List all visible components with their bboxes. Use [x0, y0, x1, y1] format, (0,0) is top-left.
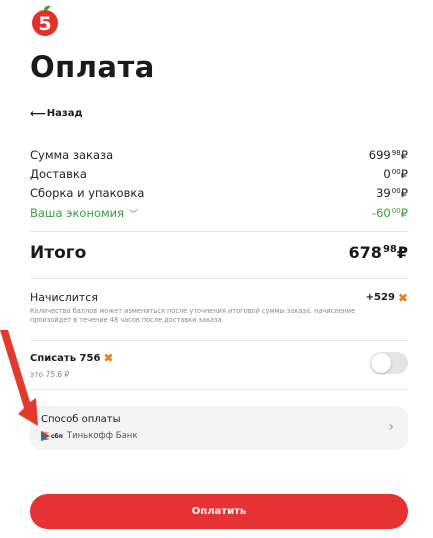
- divider: [30, 389, 408, 390]
- summary-value: 000₽: [383, 167, 408, 181]
- pyaterochka-logo-icon: 5: [32, 5, 58, 36]
- total-value: 67898₽: [348, 243, 408, 262]
- summary-label: Сборка и упаковка: [30, 186, 145, 200]
- divider: [30, 231, 408, 232]
- payment-method-bank: сбп Тинькофф Банк: [41, 431, 138, 441]
- savings-value: -6000₽: [371, 206, 408, 220]
- write-off-label: Списать 756 ✖: [30, 351, 114, 365]
- page-title: Оплата: [30, 50, 155, 84]
- accrual-label: Начислится: [30, 291, 98, 304]
- svg-text:5: 5: [38, 13, 51, 35]
- summary-row-packing: Сборка и упаковка 3900₽: [30, 186, 408, 200]
- points-write-off: Списать 756 ✖ это 75.6 ₽: [30, 352, 408, 379]
- payment-method-label: Способ оплаты: [41, 414, 121, 425]
- divider: [30, 278, 408, 279]
- points-accrual: Начислится +529 ✖ Количество баллов может…: [30, 291, 408, 325]
- total-row: Итого 67898₽: [30, 243, 408, 263]
- summary-label: Доставка: [30, 167, 87, 181]
- arrow-left-icon: ⟵: [30, 107, 46, 120]
- summary-row-delivery: Доставка 000₽: [30, 167, 408, 181]
- back-label: Назад: [46, 108, 83, 119]
- accrual-value: +529 ✖: [365, 290, 408, 305]
- accrual-note: Количество баллов может измениться после…: [30, 307, 356, 324]
- write-off-toggle[interactable]: [370, 352, 408, 374]
- points-x-icon: ✖: [397, 290, 408, 305]
- payment-method-selector[interactable]: Способ оплаты сбп Тинькофф Банк ›: [30, 406, 408, 450]
- summary-value: 69998₽: [368, 148, 408, 162]
- summary-row-order-sum: Сумма заказа 69998₽: [30, 148, 408, 162]
- summary-label: Сумма заказа: [30, 148, 114, 162]
- points-x-icon: ✖: [103, 351, 114, 365]
- summary-row-savings[interactable]: Ваша экономия ﹀ -6000₽: [30, 206, 408, 220]
- toggle-knob: [371, 353, 391, 373]
- total-label: Итого: [30, 243, 87, 263]
- chevron-down-icon: ﹀: [129, 209, 139, 220]
- pay-button[interactable]: Оплатить: [30, 494, 408, 529]
- savings-toggle[interactable]: Ваша экономия ﹀: [30, 206, 138, 220]
- summary-value: 3900₽: [376, 186, 408, 200]
- chevron-right-icon: ›: [388, 419, 394, 435]
- sbp-logo-icon: сбп: [41, 431, 63, 441]
- divider: [30, 340, 408, 341]
- write-off-sub: это 75.6 ₽: [30, 370, 70, 379]
- back-link[interactable]: ⟵ Назад: [30, 107, 83, 120]
